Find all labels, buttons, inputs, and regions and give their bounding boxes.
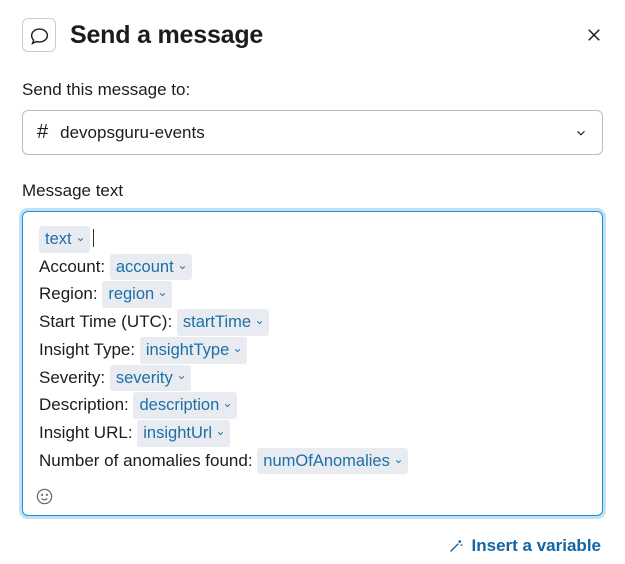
variable-name: startTime: [183, 309, 251, 336]
message-textarea[interactable]: textAccount: accountRegion: regionStart …: [22, 211, 603, 516]
channel-select[interactable]: # devopsguru-events: [22, 110, 603, 155]
variable-chip[interactable]: insightUrl: [137, 420, 230, 447]
chevron-down-icon: [158, 290, 167, 299]
variable-chip[interactable]: region: [102, 281, 172, 308]
chevron-down-icon: [177, 373, 186, 382]
variable-chip[interactable]: numOfAnomalies: [257, 448, 408, 475]
message-line: Insight URL: insightUrl: [39, 419, 586, 447]
variable-name: severity: [116, 365, 173, 392]
variable-chip[interactable]: description: [133, 392, 237, 419]
message-line: Start Time (UTC): startTime: [39, 308, 586, 336]
chevron-down-icon: [394, 457, 403, 466]
variable-chip[interactable]: account: [110, 254, 192, 281]
variable-name: numOfAnomalies: [263, 448, 390, 475]
speech-icon-box: [22, 18, 56, 52]
line-prefix: Insight Type:: [39, 340, 140, 359]
variable-chip[interactable]: severity: [110, 365, 191, 392]
chevron-down-icon: [233, 346, 242, 355]
message-line: Description: description: [39, 391, 586, 419]
message-line: text: [39, 225, 586, 253]
message-line: Number of anomalies found: numOfAnomalie…: [39, 447, 586, 475]
chevron-down-icon: [216, 429, 225, 438]
chevron-down-icon: [255, 318, 264, 327]
variable-chip[interactable]: startTime: [177, 309, 269, 336]
message-toolbar: [23, 482, 602, 515]
line-prefix: Start Time (UTC):: [39, 312, 177, 331]
chevron-down-icon: [178, 263, 187, 272]
dialog-header: Send a message: [22, 18, 603, 52]
speech-bubble-icon: [29, 25, 50, 46]
line-prefix: Description:: [39, 395, 133, 414]
variable-name: insightUrl: [143, 420, 212, 447]
variable-name: insightType: [146, 337, 229, 364]
text-cursor: [93, 229, 94, 247]
variable-name: text: [45, 226, 72, 253]
insert-variable-button[interactable]: Insert a variable: [447, 536, 601, 556]
message-line: Insight Type: insightType: [39, 336, 586, 364]
dialog-footer: Insert a variable: [22, 536, 603, 556]
line-prefix: Insight URL:: [39, 423, 137, 442]
variable-chip[interactable]: text: [39, 226, 90, 253]
chevron-down-icon: [76, 235, 85, 244]
emoji-icon[interactable]: [35, 487, 54, 506]
line-prefix: Number of anomalies found:: [39, 451, 257, 470]
message-text-label: Message text: [22, 181, 603, 201]
variable-name: account: [116, 254, 174, 281]
close-icon[interactable]: [585, 26, 603, 44]
chevron-down-icon: [223, 401, 232, 410]
message-line: Account: account: [39, 253, 586, 281]
channel-name: devopsguru-events: [60, 123, 562, 143]
wand-icon: [447, 538, 464, 555]
variable-chip[interactable]: insightType: [140, 337, 247, 364]
chevron-down-icon: [574, 126, 588, 140]
variable-name: region: [108, 281, 154, 308]
send-to-label: Send this message to:: [22, 80, 603, 100]
message-line: Region: region: [39, 280, 586, 308]
message-content[interactable]: textAccount: accountRegion: regionStart …: [23, 212, 602, 482]
line-prefix: Account:: [39, 257, 110, 276]
message-line: Severity: severity: [39, 364, 586, 392]
line-prefix: Severity:: [39, 368, 110, 387]
insert-variable-label: Insert a variable: [472, 536, 601, 556]
line-prefix: Region:: [39, 284, 102, 303]
variable-name: description: [139, 392, 219, 419]
hash-icon: #: [37, 121, 48, 144]
dialog-title: Send a message: [70, 21, 571, 50]
